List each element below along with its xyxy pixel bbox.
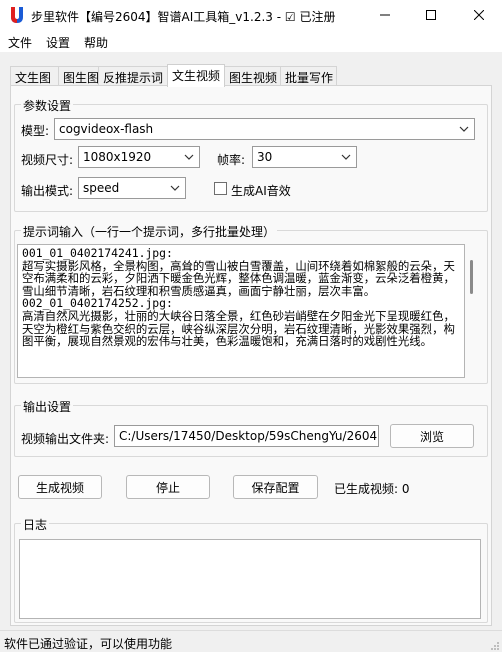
fps-label: 帧率: [217,153,246,167]
resize-grip-icon[interactable] [490,640,500,650]
ai-audio-label: 生成AI音效 [231,184,291,198]
close-button[interactable] [456,0,502,32]
generate-video-button[interactable]: 生成视频 [18,475,102,499]
chevron-down-icon [458,123,470,135]
fps-select[interactable]: 30 [252,146,357,168]
ai-audio-checkbox[interactable] [214,182,227,195]
size-select[interactable]: 1080x1920 [78,146,200,168]
menu-file[interactable]: 文件 [8,34,32,51]
tab-image-to-image[interactable]: 图生图 [58,66,99,86]
tab-batch-writing[interactable]: 批量写作 [280,66,337,86]
tab-text-to-image[interactable]: 文生图 [10,66,59,86]
status-text: 软件已通过验证，可以使用功能 [4,637,173,651]
prompt-text: 001_01_0402174241.jpg: 超写实摄影风格，全景构图，高耸的雪… [22,246,455,349]
save-config-button[interactable]: 保存配置 [233,475,318,499]
model-label: 模型: [21,124,50,138]
browse-button[interactable]: 浏览 [390,424,474,448]
log-textarea[interactable] [19,539,481,619]
menu-settings[interactable]: 设置 [46,34,70,51]
tab-text-to-video[interactable]: 文生视频 [167,64,225,87]
scroll-thumb[interactable] [470,260,473,294]
params-legend: 参数设置 [21,97,74,114]
chevron-down-icon [169,182,181,194]
minimize-icon [380,9,390,23]
output-folder-input[interactable]: C:/Users/17450/Desktop/59sChengYu/2604.f [114,425,379,447]
menu-bar: 文件 设置 帮助 [0,32,502,52]
mode-select[interactable]: speed [78,177,186,199]
output-legend: 输出设置 [21,398,74,415]
stop-button[interactable]: 停止 [126,475,210,499]
menu-help[interactable]: 帮助 [84,34,108,51]
output-folder-label: 视频输出文件夹: [21,432,110,446]
log-legend: 日志 [21,516,50,533]
tab-image-to-video[interactable]: 图生视频 [224,66,281,86]
generated-count: 已生成视频: 0 [334,482,410,496]
maximize-button[interactable] [408,0,454,32]
prompt-scrollbar[interactable] [467,244,475,378]
size-label: 视频尺寸: [21,153,74,167]
mode-label: 输出模式: [21,184,74,198]
model-value: cogvideox-flash [59,122,154,136]
prompt-textarea[interactable]: 001_01_0402174241.jpg: 超写实摄影风格，全景构图，高耸的雪… [17,244,465,378]
title-bar[interactable]: 步里软件【编号2604】智谱AI工具箱_v1.2.3 - ☑ 已注册 [0,0,502,32]
model-select[interactable]: cogvideox-flash [54,118,475,140]
window-title: 步里软件【编号2604】智谱AI工具箱_v1.2.3 - ☑ 已注册 [31,10,336,24]
status-bar: 软件已通过验证，可以使用功能 [0,630,502,652]
chevron-down-icon [183,151,195,163]
app-logo-icon [9,6,25,24]
prompts-legend: 提示词输入（一行一个提示词，多行批量处理） [21,223,278,240]
tab-reverse-prompt[interactable]: 反推提示词 [98,66,168,86]
close-icon [473,9,485,23]
fps-value: 30 [257,150,273,164]
minimize-button[interactable] [362,0,408,32]
size-value: 1080x1920 [83,150,152,164]
maximize-icon [426,9,436,23]
mode-value: speed [83,181,120,195]
chevron-down-icon [340,151,352,163]
